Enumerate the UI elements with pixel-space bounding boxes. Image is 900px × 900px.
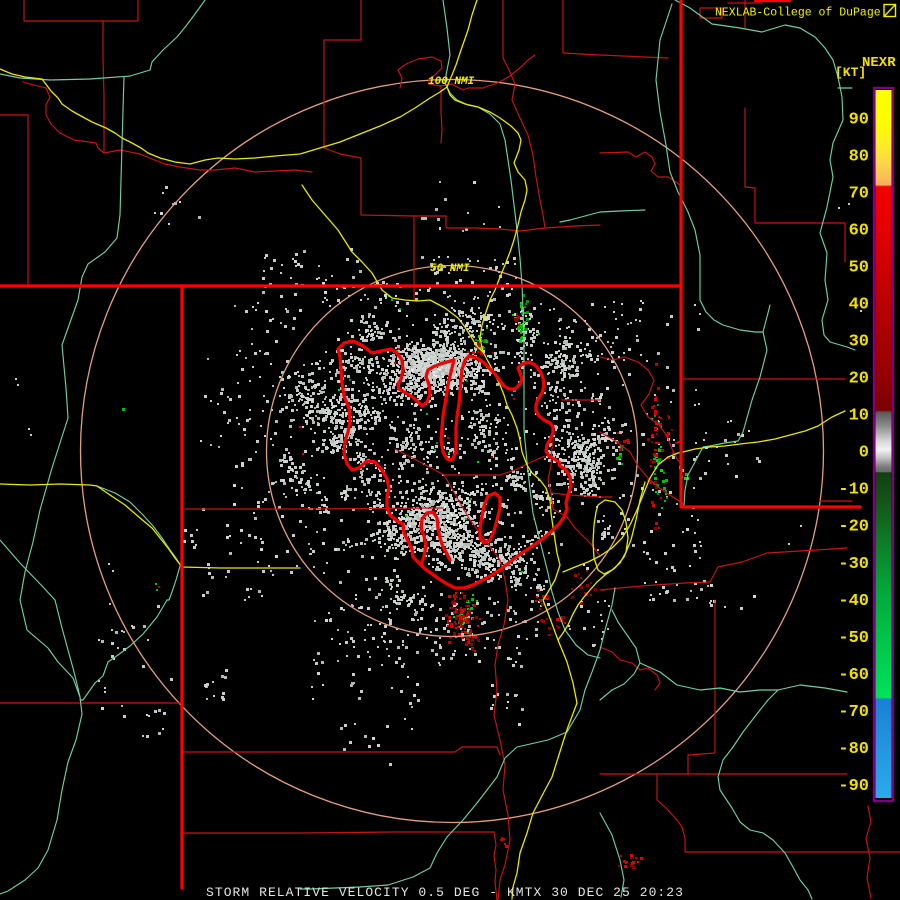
svg-text:-10: -10 [838,481,869,500]
svg-text:50 NMI: 50 NMI [430,263,470,275]
svg-text:NEXR: NEXR [862,55,896,71]
svg-text:STORM RELATIVE VELOCITY 0.5 DE: STORM RELATIVE VELOCITY 0.5 DEG - KMTX 3… [206,885,684,900]
svg-text:-40: -40 [838,592,869,611]
svg-text:-20: -20 [838,518,869,537]
svg-text:60: 60 [849,221,869,240]
svg-text:-60: -60 [838,666,869,685]
svg-text:50: 50 [849,259,869,278]
svg-text:90: 90 [849,110,869,129]
svg-text:30: 30 [849,333,869,352]
svg-text:70: 70 [849,184,869,203]
svg-text:-90: -90 [838,777,869,796]
svg-text:-30: -30 [838,555,869,574]
svg-text:40: 40 [849,296,869,315]
svg-text:10: 10 [849,407,869,426]
svg-text:[KT]: [KT] [835,65,866,80]
svg-text:NEXLAB-College of DuPage: NEXLAB-College of DuPage [715,7,881,20]
svg-text:20: 20 [849,370,869,389]
svg-text:-50: -50 [838,629,869,648]
svg-text:80: 80 [849,147,869,166]
svg-text:-70: -70 [838,703,869,722]
svg-text:0: 0 [859,444,869,463]
svg-text:100 NMI: 100 NMI [428,76,475,88]
svg-text:-80: -80 [838,740,869,759]
